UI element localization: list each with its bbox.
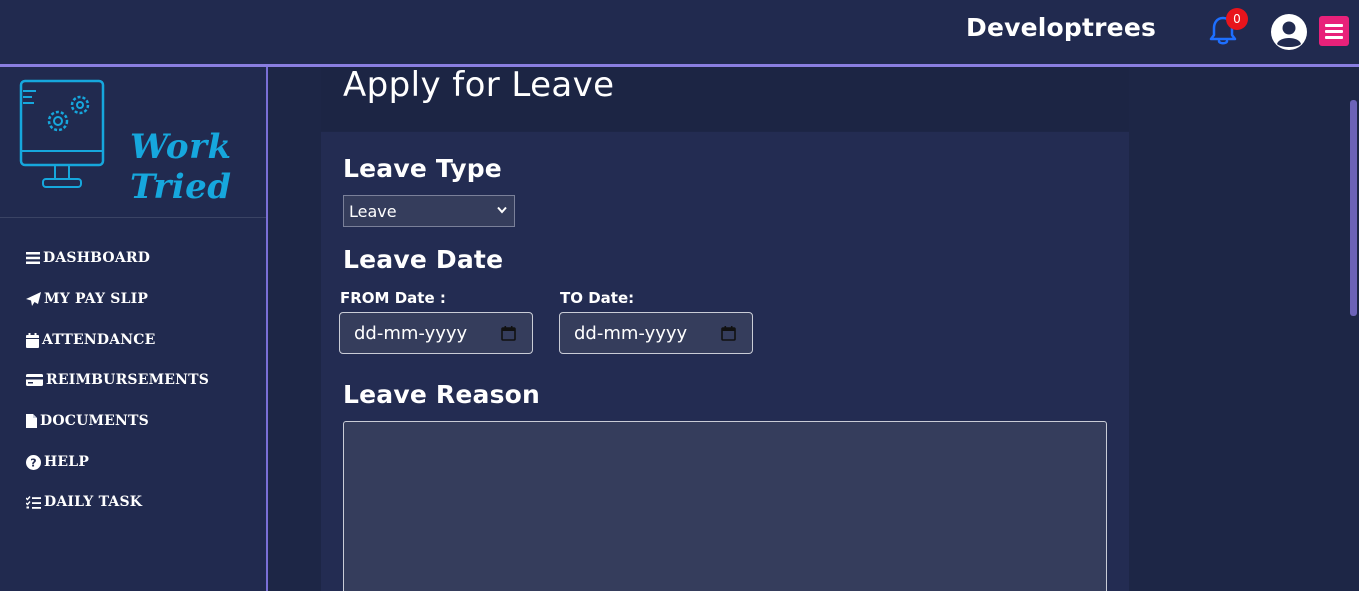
sidebar-item-label: MY PAY SLIP <box>44 291 149 307</box>
from-date-value: dd-mm-yyyy <box>354 322 468 344</box>
sidebar-item-label: ATTENDANCE <box>42 332 156 348</box>
to-date-input[interactable]: dd-mm-yyyy <box>559 312 753 354</box>
logo-text: Work Tried <box>130 127 232 207</box>
leave-type-select[interactable]: Leave <box>343 195 515 227</box>
sidebar-item-label: DAILY TASK <box>44 494 143 510</box>
sidebar-item-label: HELP <box>44 454 90 470</box>
to-date-value: dd-mm-yyyy <box>574 322 688 344</box>
from-date-label: FROM Date : <box>340 289 446 307</box>
from-date-input[interactable]: dd-mm-yyyy <box>339 312 533 354</box>
leave-type-selected: Leave <box>349 201 397 221</box>
top-bar: Developtrees 0 <box>0 0 1359 64</box>
leave-reason-textarea[interactable] <box>343 421 1107 591</box>
leave-type-title: Leave Type <box>343 154 502 183</box>
question-circle-icon: ? <box>26 454 41 470</box>
paper-plane-icon <box>26 292 41 306</box>
calendar-icon <box>26 332 39 348</box>
menu-toggle-button[interactable] <box>1319 16 1349 46</box>
page-title: Apply for Leave <box>343 65 615 105</box>
company-name: Developtrees <box>966 13 1157 42</box>
user-avatar-icon[interactable] <box>1270 13 1308 51</box>
scrollbar-thumb[interactable] <box>1350 100 1357 316</box>
calendar-icon[interactable] <box>501 326 516 341</box>
svg-text:?: ? <box>30 456 37 469</box>
sidebar-item-dashboard[interactable]: DASHBOARD <box>26 247 150 269</box>
notification-badge: 0 <box>1226 8 1248 30</box>
tasks-icon <box>26 495 41 509</box>
list-icon <box>26 252 40 264</box>
sidebar-item-my-pay-slip[interactable]: MY PAY SLIP <box>26 288 148 310</box>
sidebar-border <box>266 67 268 591</box>
sidebar-item-label: DASHBOARD <box>43 250 151 266</box>
leave-reason-title: Leave Reason <box>343 380 541 409</box>
sidebar: Work Tried DASHBOARD MY PAY SLIP ATTENDA… <box>0 67 266 591</box>
sidebar-item-documents[interactable]: DOCUMENTS <box>26 410 149 432</box>
leave-date-title: Leave Date <box>343 245 504 274</box>
leave-form: Leave Type Leave Leave Date FROM Date : … <box>321 132 1129 591</box>
sidebar-item-label: DOCUMENTS <box>40 413 149 429</box>
sidebar-item-daily-task[interactable]: DAILY TASK <box>26 491 142 513</box>
calendar-icon[interactable] <box>721 326 736 341</box>
credit-card-icon <box>26 374 43 386</box>
monitor-gears-icon <box>19 79 105 188</box>
sidebar-item-help[interactable]: ? HELP <box>26 451 89 473</box>
sidebar-divider <box>0 217 266 218</box>
sidebar-item-attendance[interactable]: ATTENDANCE <box>26 329 156 351</box>
logo[interactable]: Work Tried <box>18 79 248 207</box>
to-date-label: TO Date: <box>560 289 635 307</box>
chevron-down-icon <box>497 206 507 214</box>
sidebar-item-label: REIMBURSEMENTS <box>46 372 210 388</box>
page-header: Apply for Leave <box>321 65 1129 131</box>
sidebar-item-reimbursements[interactable]: REIMBURSEMENTS <box>26 369 209 391</box>
file-icon <box>26 414 37 428</box>
